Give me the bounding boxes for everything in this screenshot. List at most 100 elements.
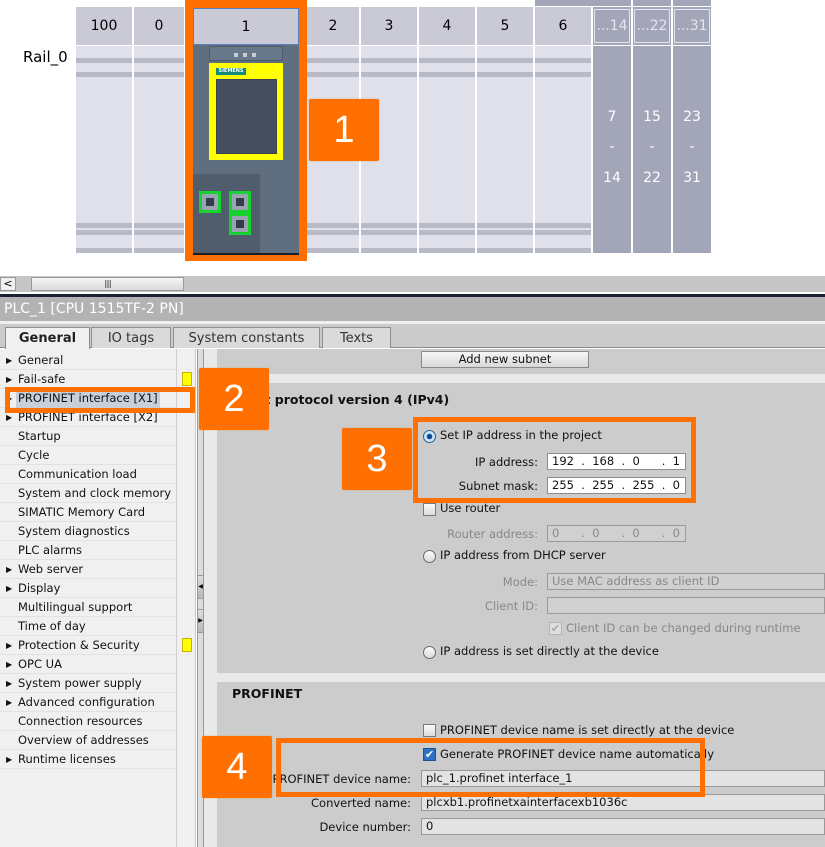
slot-header-3[interactable]: 3	[361, 7, 419, 45]
nav-item-general[interactable]: ▶ General	[0, 351, 176, 370]
nav-item-system-and-clock-memory[interactable]: System and clock memory	[0, 484, 176, 503]
slot-group-header-7-14[interactable]: ...14	[593, 7, 633, 45]
slot-group-header-23-31[interactable]: ...31	[673, 7, 711, 45]
nav-item-label: Connection resources	[18, 714, 143, 728]
slot-group-label: ...22	[634, 9, 670, 43]
nav-item-simatic-memory-card[interactable]: SIMATIC Memory Card	[0, 503, 176, 522]
collapse-nav-button[interactable]: ◀	[197, 575, 204, 599]
range-from: 15	[643, 109, 661, 125]
use-router-label: Use router	[440, 501, 501, 515]
nav-item-label: System and clock memory	[18, 486, 172, 500]
tab-texts[interactable]: Texts	[322, 327, 391, 348]
siemens-logo: SIEMENS	[216, 68, 246, 75]
expand-arrow-icon[interactable]: ▶	[6, 674, 12, 693]
device-view: Rail_0 100 0 2 3 4 5 6 ...14 ...22 ...31	[0, 0, 825, 268]
slot-6[interactable]	[535, 46, 593, 253]
nav-item-connection-resources[interactable]: Connection resources	[0, 712, 176, 731]
nav-item-web-server[interactable]: ▶ Web server	[0, 560, 176, 579]
pn-name-set-at-device-label: PROFINET device name is set directly at …	[440, 723, 735, 737]
slot-header-100[interactable]: 100	[76, 7, 134, 45]
slot-group-label: ...31	[674, 9, 710, 43]
nav-list: ▶ General ▶ Fail-safe ▶ PROFINET interface [X…	[0, 351, 196, 771]
nav-item-runtime-licenses[interactable]: ▶ Runtime licenses	[0, 750, 176, 769]
tab-system-constants[interactable]: System constants	[173, 327, 320, 348]
nav-item-system-diagnostics[interactable]: System diagnostics	[0, 522, 176, 541]
pn-name-set-at-device-checkbox[interactable]	[423, 724, 436, 737]
nav-item-communication-load[interactable]: Communication load	[0, 465, 176, 484]
ethernet-port-icon	[232, 216, 248, 232]
tab-general[interactable]: General	[5, 327, 90, 349]
nav-item-multilingual-support[interactable]: Multilingual support	[0, 598, 176, 617]
device-number-field[interactable]: 0	[421, 818, 825, 835]
slot-group-15-22[interactable]: 15 - 22	[633, 46, 673, 253]
profinet-section-title: PROFINET	[232, 686, 303, 701]
slot-100[interactable]	[76, 46, 134, 253]
expand-arrow-icon[interactable]: ▶	[6, 750, 12, 769]
nav-item-opc-ua[interactable]: ▶ OPC UA	[0, 655, 176, 674]
ethernet-port-icon	[202, 194, 218, 210]
range-sep: -	[689, 139, 695, 155]
expand-arrow-icon[interactable]: ▶	[6, 351, 12, 370]
nav-item-plc-alarms[interactable]: PLC alarms	[0, 541, 176, 560]
slot-group-23-31[interactable]: 23 - 31	[673, 46, 711, 253]
nav-item-label: Advanced configuration	[18, 695, 155, 709]
expand-arrow-icon[interactable]: ▶	[6, 579, 12, 598]
nav-item-protection-security[interactable]: ▶ Protection & Security	[0, 636, 176, 655]
slot-header-2[interactable]: 2	[307, 7, 361, 45]
client-id-changeable-checkbox[interactable]: ✔	[549, 622, 562, 635]
cpu-display-screen	[216, 79, 277, 154]
use-router-checkbox[interactable]	[423, 503, 436, 516]
ethernet-port-x2[interactable]	[199, 191, 221, 213]
tab-io-tags[interactable]: IO tags	[91, 327, 171, 348]
expand-arrow-icon[interactable]: ▶	[6, 636, 12, 655]
nav-item-system-power-supply[interactable]: ▶ System power supply	[0, 674, 176, 693]
slot-group-7-14[interactable]: 7 - 14	[593, 46, 633, 253]
slot-4[interactable]	[419, 46, 477, 253]
router-address-label: Router address:	[447, 527, 538, 541]
nav-item-label: System power supply	[18, 676, 142, 690]
scrollbar-thumb[interactable]: ||||	[31, 277, 184, 291]
add-new-subnet-button[interactable]: Add new subnet	[421, 351, 589, 368]
nav-item-label: Protection & Security	[18, 638, 140, 652]
callout-2: 2	[199, 368, 269, 430]
nav-item-advanced-configuration[interactable]: ▶ Advanced configuration	[0, 693, 176, 712]
slot-5[interactable]	[477, 46, 535, 253]
slot-group-label: ...14	[594, 9, 630, 43]
nav-item-label: Overview of addresses	[18, 733, 149, 747]
slot-header-4[interactable]: 4	[419, 7, 477, 45]
nav-item-label: System diagnostics	[18, 524, 130, 538]
slot-header-6[interactable]: 6	[535, 7, 593, 45]
slot-header-5[interactable]: 5	[477, 7, 535, 45]
nav-item-display[interactable]: ▶ Display	[0, 579, 176, 598]
expand-arrow-icon[interactable]: ▶	[6, 693, 12, 712]
expand-arrow-icon[interactable]: ▶	[6, 560, 12, 579]
nav-item-cycle[interactable]: Cycle	[0, 446, 176, 465]
ethernet-port-x1p1[interactable]	[229, 191, 251, 213]
converted-name-label: Converted name:	[311, 796, 411, 810]
nav-item-label: Web server	[18, 562, 84, 576]
callout-3: 3	[342, 428, 412, 490]
scroll-left-button[interactable]: <	[0, 277, 16, 291]
rail-label: Rail_0	[23, 48, 68, 66]
slot-group-header-15-22[interactable]: ...22	[633, 7, 673, 45]
nav-item-startup[interactable]: Startup	[0, 427, 176, 446]
callout-1: 1	[309, 99, 379, 161]
slot-header-1[interactable]: 1	[193, 8, 299, 45]
router-address-field[interactable]: 0 . 0 . 0 . 0	[547, 525, 686, 542]
ethernet-port-x1p2[interactable]	[229, 213, 251, 235]
nav-item-time-of-day[interactable]: Time of day	[0, 617, 176, 636]
callout-4: 4	[202, 736, 272, 798]
nav-item-label: OPC UA	[18, 657, 62, 671]
slot-0[interactable]	[134, 46, 186, 253]
range-to: 31	[683, 170, 701, 186]
expand-arrow-icon[interactable]: ▶	[6, 655, 12, 674]
nav-item-label: Multilingual support	[18, 600, 133, 614]
mode-select[interactable]: Use MAC address as client ID	[547, 573, 825, 590]
expand-nav-button[interactable]: ▶	[197, 609, 204, 633]
ip-set-at-device-radio[interactable]	[423, 646, 436, 659]
nav-item-overview-of-addresses[interactable]: Overview of addresses	[0, 731, 176, 750]
client-id-field[interactable]	[547, 597, 825, 614]
slot-header-0[interactable]: 0	[134, 7, 186, 45]
dhcp-radio[interactable]	[423, 550, 436, 563]
ethernet-port-icon	[232, 194, 248, 210]
